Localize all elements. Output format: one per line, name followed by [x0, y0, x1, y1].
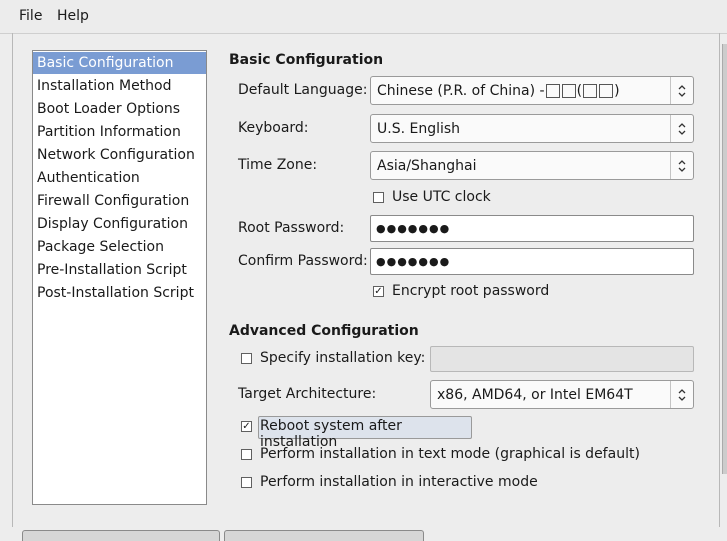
text-mode-checkbox[interactable]	[241, 449, 252, 460]
unrendered-glyph-icon	[561, 83, 576, 98]
updown-arrow-icon	[670, 381, 693, 408]
language-value-text: Chinese (P.R. of China) -	[377, 82, 545, 99]
target-architecture-value: x86, AMD64, or Intel EM64T	[437, 386, 633, 403]
installation-key-checkbox[interactable]	[241, 353, 252, 364]
time-zone-label: Time Zone:	[238, 157, 318, 173]
target-architecture-select[interactable]: x86, AMD64, or Intel EM64T	[430, 380, 694, 409]
interactive-mode-checkbox[interactable]	[241, 477, 252, 488]
sidebar-item-display-configuration[interactable]: Display Configuration	[33, 213, 206, 235]
default-language-select[interactable]: Chinese (P.R. of China) - ()	[370, 76, 694, 105]
installation-key-input[interactable]	[430, 346, 694, 372]
root-password-label: Root Password:	[238, 220, 345, 236]
sidebar-item-post-installation-script[interactable]: Post-Installation Script	[33, 282, 206, 304]
sidebar-item-package-selection[interactable]: Package Selection	[33, 236, 206, 258]
utc-clock-checkbox[interactable]	[373, 192, 384, 203]
keyboard-select[interactable]: U.S. English	[370, 114, 694, 143]
unrendered-glyph-icon	[599, 83, 614, 98]
root-password-input[interactable]: ●●●●●●●	[370, 215, 694, 242]
encrypt-password-label: Encrypt root password	[392, 283, 550, 299]
reboot-checkbox[interactable]: ✓	[241, 421, 252, 432]
time-zone-value: Asia/Shanghai	[377, 157, 477, 174]
sidebar-item-installation-method[interactable]: Installation Method	[33, 75, 206, 97]
confirm-password-input[interactable]: ●●●●●●●	[370, 248, 694, 275]
menu-help[interactable]: Help	[57, 8, 89, 24]
updown-arrow-icon	[670, 77, 693, 104]
confirm-password-label: Confirm Password:	[238, 253, 368, 269]
window-edge	[722, 44, 727, 474]
basic-configuration-heading: Basic Configuration	[229, 52, 384, 68]
menu-bar	[0, 0, 727, 33]
unrendered-glyph-icon	[583, 83, 598, 98]
default-language-value: Chinese (P.R. of China) - ()	[377, 82, 620, 99]
root-password-value: ●●●●●●●	[376, 222, 451, 235]
confirm-password-value: ●●●●●●●	[376, 255, 451, 268]
encrypt-password-checkbox[interactable]: ✓	[373, 286, 384, 297]
sidebar-item-basic-configuration[interactable]: Basic Configuration	[33, 52, 206, 74]
sidebar-item-firewall-configuration[interactable]: Firewall Configuration	[33, 190, 206, 212]
keyboard-label: Keyboard:	[238, 120, 309, 136]
target-architecture-label: Target Architecture:	[238, 386, 377, 402]
advanced-configuration-heading: Advanced Configuration	[229, 323, 419, 339]
sidebar-item-authentication[interactable]: Authentication	[33, 167, 206, 189]
interactive-mode-label: Perform installation in interactive mode	[260, 474, 538, 490]
updown-arrow-icon	[670, 115, 693, 142]
reboot-focus-box[interactable]: Reboot system after installation	[258, 416, 472, 450]
sidebar-item-partition-information[interactable]: Partition Information	[33, 121, 206, 143]
utc-clock-label: Use UTC clock	[392, 189, 491, 205]
updown-arrow-icon	[670, 152, 693, 179]
sidebar-item-boot-loader-options[interactable]: Boot Loader Options	[33, 98, 206, 120]
unrendered-glyph-icon	[545, 83, 560, 98]
keyboard-value: U.S. English	[377, 120, 461, 137]
sidebar-item-pre-installation-script[interactable]: Pre-Installation Script	[33, 259, 206, 281]
default-language-label: Default Language:	[238, 82, 368, 98]
installation-key-label: Specify installation key:	[260, 350, 426, 366]
menu-file[interactable]: File	[19, 8, 42, 24]
text-mode-label: Perform installation in text mode (graph…	[260, 446, 640, 462]
time-zone-select[interactable]: Asia/Shanghai	[370, 151, 694, 180]
sidebar-item-network-configuration[interactable]: Network Configuration	[33, 144, 206, 166]
section-list: Basic Configuration Installation Method …	[32, 50, 207, 505]
